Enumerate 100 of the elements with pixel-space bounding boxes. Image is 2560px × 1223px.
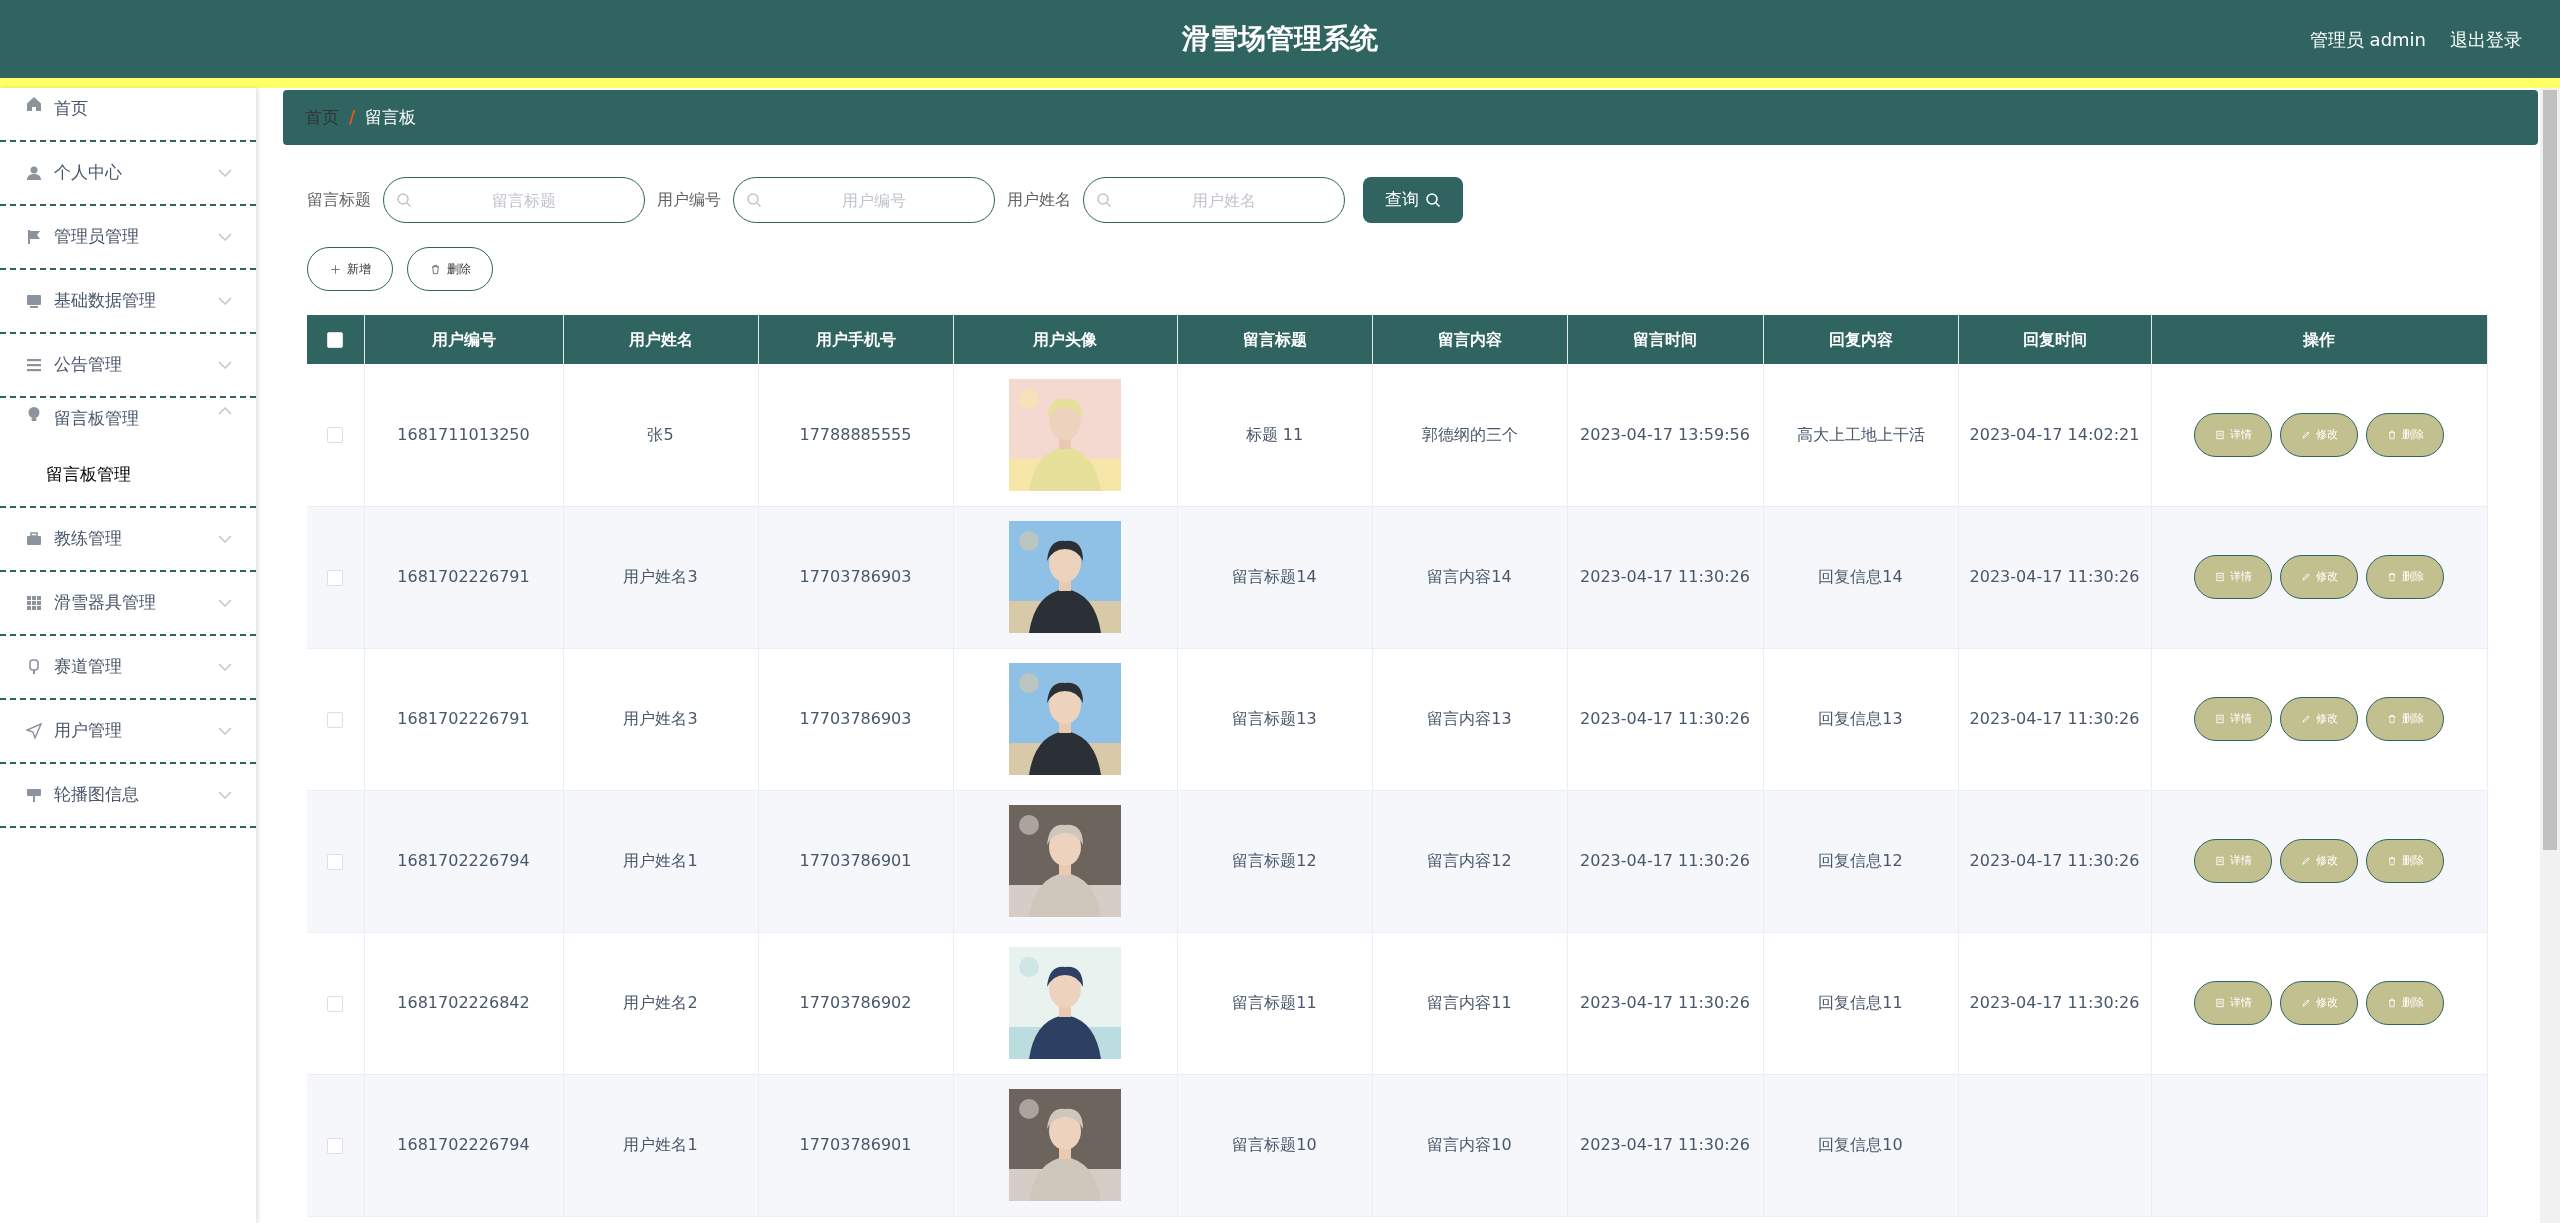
- search-field[interactable]: 用户姓名: [1083, 177, 1345, 223]
- table-cell: 留言标题13: [1232, 709, 1317, 728]
- submenu-item[interactable]: 留言板管理: [0, 452, 256, 506]
- table-cell: 2023-04-17 14:02:21: [1969, 424, 2140, 444]
- table-cell: 17788885555: [799, 424, 912, 444]
- table-cell: 留言内容11: [1427, 993, 1512, 1012]
- field-label: 用户编号: [657, 189, 721, 211]
- column-header: 用户编号: [364, 315, 563, 364]
- plus-icon: [329, 263, 341, 275]
- table-cell: 留言标题11: [1232, 993, 1317, 1012]
- table-cell: 2023-04-17 13:59:56: [1580, 424, 1750, 444]
- microphone-icon: [26, 658, 42, 675]
- sidebar-item[interactable]: 留言板管理: [0, 398, 256, 452]
- table-cell: 张5: [647, 424, 674, 444]
- user-label: 管理员 admin: [2309, 28, 2426, 52]
- select-all-checkbox[interactable]: [327, 332, 344, 348]
- column-header: 回复时间: [1958, 315, 2151, 364]
- trash-icon: [2386, 856, 2397, 866]
- table-cell: 2023-04-17 11:30:26: [1580, 1135, 1750, 1154]
- add-button[interactable]: 新增: [307, 247, 393, 291]
- row-checkbox[interactable]: [327, 853, 344, 870]
- search-field[interactable]: 用户编号: [733, 177, 995, 223]
- signboard-icon: [26, 786, 42, 803]
- sidebar-item[interactable]: 轮播图信息: [0, 763, 256, 828]
- column-header: 用户头像: [953, 315, 1177, 364]
- row-checkbox[interactable]: [327, 569, 344, 586]
- document-icon: [2214, 429, 2225, 440]
- sidebar-item[interactable]: 个人中心: [0, 142, 256, 206]
- monitor-icon: [26, 293, 42, 309]
- table-cell: 留言内容10: [1427, 1135, 1512, 1154]
- trash-icon: [2386, 429, 2397, 440]
- breadcrumb-separator: /: [349, 105, 356, 129]
- document-icon: [2214, 856, 2225, 866]
- table-cell: 17703786903: [799, 709, 912, 728]
- sidebar-item[interactable]: 用户管理: [0, 699, 256, 764]
- table-cell: 用户姓名3: [623, 709, 698, 728]
- pencil-icon: [2300, 714, 2311, 724]
- delete-button[interactable]: 删除: [407, 247, 493, 291]
- home-icon: [26, 96, 42, 112]
- table-cell: 2023-04-17 11:30:26: [1969, 993, 2140, 1012]
- app-title: 滑雪场管理系统: [1182, 21, 1378, 57]
- sidebar-item[interactable]: 教练管理: [0, 507, 256, 572]
- table-cell: 用户姓名3: [623, 567, 698, 586]
- pencil-icon: [2300, 856, 2311, 866]
- table-cell: 留言标题12: [1232, 851, 1317, 870]
- column-header: 留言时间: [1567, 315, 1763, 364]
- table-cell: 2023-04-17 11:30:26: [1969, 709, 2140, 728]
- table-cell: 回复信息12: [1818, 851, 1903, 870]
- column-header: 用户姓名: [563, 315, 758, 364]
- table-cell: 标题 11: [1245, 424, 1304, 444]
- flag-icon: [26, 229, 42, 245]
- document-icon: [2214, 998, 2225, 1008]
- navigation-icon: [26, 722, 42, 739]
- trash-icon: [2386, 714, 2397, 724]
- sidebar-item[interactable]: 滑雪器具管理: [0, 571, 256, 636]
- sidebar-item[interactable]: 赛道管理: [0, 635, 256, 700]
- column-header: 操作: [2151, 315, 2487, 364]
- table-cell: 1681702226791: [397, 567, 530, 586]
- sidebar-item[interactable]: 基础数据管理: [0, 270, 256, 334]
- table-cell: 1681702226794: [397, 1135, 530, 1154]
- table-cell: 2023-04-17 11:30:26: [1580, 709, 1750, 728]
- trash-icon: [2386, 572, 2397, 582]
- table-cell: 1681711013250: [397, 424, 530, 444]
- trash-icon: [429, 263, 441, 275]
- table-cell: 用户姓名1: [623, 1135, 698, 1154]
- row-checkbox[interactable]: [327, 711, 344, 728]
- field-label: 用户姓名: [1007, 189, 1071, 211]
- search-field[interactable]: 留言标题: [383, 177, 645, 223]
- sidebar-item[interactable]: 管理员管理: [0, 206, 256, 270]
- table-cell: 高大上工地上干活: [1796, 424, 1925, 444]
- briefcase-icon: [26, 530, 42, 547]
- table-cell: 郭德纲的三个: [1421, 424, 1518, 444]
- search-button[interactable]: 查询: [1363, 177, 1463, 223]
- table-cell: 留言内容12: [1427, 851, 1512, 870]
- logout-link[interactable]: 退出登录: [2450, 26, 2522, 53]
- pencil-icon: [2300, 572, 2311, 582]
- row-checkbox[interactable]: [327, 995, 344, 1012]
- table-cell: 1681702226794: [397, 851, 530, 870]
- person-icon: [26, 165, 42, 181]
- table-cell: 17703786903: [799, 567, 912, 586]
- row-checkbox[interactable]: [327, 1137, 344, 1154]
- table-cell: 17703786902: [799, 993, 912, 1012]
- row-checkbox[interactable]: [327, 427, 344, 444]
- pencil-icon: [2300, 998, 2311, 1008]
- sidebar-item[interactable]: 首页: [0, 88, 256, 142]
- table-cell: 2023-04-17 11:30:26: [1969, 567, 2140, 586]
- table-cell: 2023-04-17 11:30:26: [1580, 993, 1750, 1012]
- column-header: 回复内容: [1763, 315, 1958, 364]
- sidebar-item[interactable]: 公告管理: [0, 334, 256, 398]
- scrollbar[interactable]: [2540, 88, 2560, 1223]
- table-cell: 留言内容13: [1427, 709, 1512, 728]
- column-header: 留言内容: [1372, 315, 1567, 364]
- table-cell: 1681702226791: [397, 709, 530, 728]
- document-icon: [2214, 714, 2225, 724]
- table-cell: 回复信息10: [1818, 1135, 1903, 1154]
- table-cell: 留言标题14: [1232, 567, 1317, 586]
- table-cell: 1681702226842: [397, 993, 530, 1012]
- table-cell: 2023-04-17 11:30:26: [1580, 851, 1750, 870]
- document-icon: [2214, 572, 2225, 582]
- table-cell: 用户姓名1: [623, 851, 698, 870]
